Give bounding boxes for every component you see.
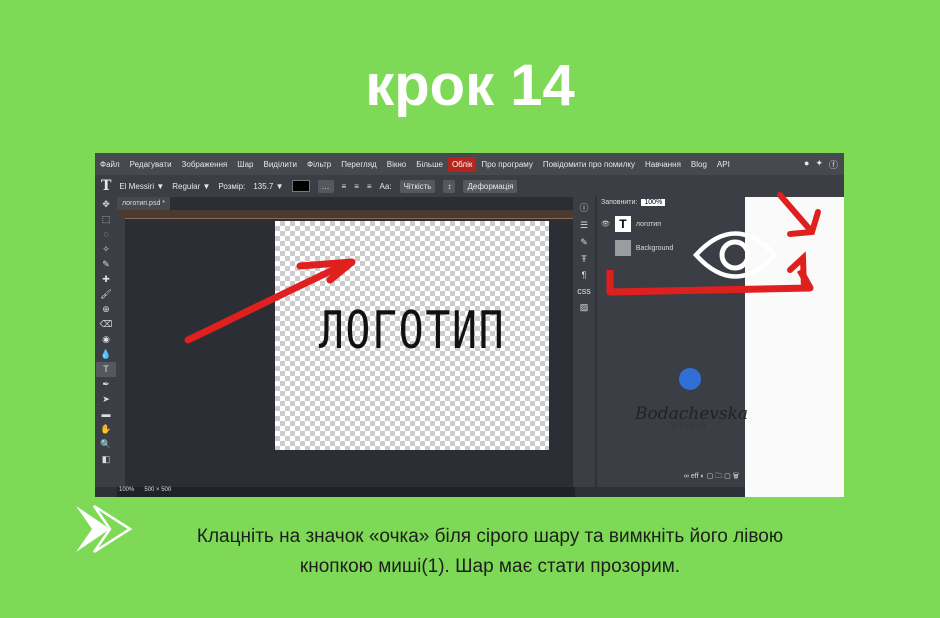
right-margin	[745, 197, 844, 497]
status-bar: 100% 500 × 500	[117, 487, 575, 497]
properties-icon[interactable]: ☰	[580, 220, 588, 231]
panel-icons: ⓘ ☰ ✎ Ŧ ¶ css ▨	[573, 197, 595, 487]
layer-row-text[interactable]: 👁 T логотип	[597, 214, 737, 234]
move-tool-icon[interactable]: ✥	[102, 197, 110, 212]
options-bar: T El Messiri ▼ Regular ▼ Розмір: 135.7 ▼…	[95, 175, 844, 197]
layer-name: логотип	[635, 220, 661, 228]
style-select[interactable]: Regular ▼	[172, 182, 210, 191]
reddit-icon[interactable]: ●	[804, 158, 809, 171]
warp-button[interactable]: Деформація	[463, 179, 518, 193]
eye-icon[interactable]: 👁	[601, 220, 610, 228]
size-readout: 500 × 500	[144, 487, 172, 493]
aa-label: Aa:	[379, 181, 392, 191]
fill-label: Заповнити:	[601, 199, 638, 206]
menu-item-api[interactable]: API	[712, 160, 735, 169]
align-right-icon[interactable]: ≡	[367, 182, 372, 191]
menu-item-report-bug[interactable]: Повідомити про помилку	[538, 160, 640, 169]
chevron-right-icon	[76, 504, 133, 554]
menu-item-image[interactable]: Зображення	[177, 160, 233, 169]
font-select[interactable]: El Messiri ▼	[119, 182, 164, 191]
brush-tool-icon[interactable]: 🖌	[100, 287, 111, 302]
info-icon[interactable]: ⓘ	[579, 201, 588, 214]
eyedropper-tool-icon[interactable]: ✎	[102, 257, 110, 272]
blur-tool-icon[interactable]: 💧	[100, 347, 111, 362]
page-title: крок 14	[365, 53, 575, 118]
size-select[interactable]: 135.7 ▼	[253, 182, 283, 191]
layer-thumbnail	[614, 240, 631, 256]
caption-line-1: Клацніть на значок «очка» біля сірого ша…	[196, 526, 784, 547]
layers-panel: Заповнити: 100% 👁 T логотип 👁 Background…	[597, 197, 745, 487]
editor-screenshot: Файл Редагувати Зображення Шар Виділити …	[95, 153, 844, 497]
menu-item-file[interactable]: Файл	[95, 160, 125, 169]
shape-tool-icon[interactable]: ▬	[102, 407, 111, 422]
menu-bar: Файл Редагувати Зображення Шар Виділити …	[95, 153, 844, 175]
text-tool-icon: T	[101, 178, 112, 194]
social-links: ● ✦ ⓕ	[804, 158, 844, 171]
clone-tool-icon[interactable]: ⊕	[102, 302, 110, 317]
marquee-tool-icon[interactable]: ⬚	[102, 212, 111, 227]
menu-item-edit[interactable]: Редагувати	[125, 160, 177, 169]
menu-item-window[interactable]: Вікно	[382, 160, 411, 169]
lasso-tool-icon[interactable]: ◌	[103, 227, 108, 242]
document-canvas[interactable]: ЛОГОТИП	[275, 221, 549, 450]
layers-header: Заповнити: 100%	[597, 197, 745, 208]
menu-item-filter[interactable]: Фільтр	[302, 160, 336, 169]
type-tool-icon[interactable]: T	[96, 362, 116, 377]
colors-icon[interactable]: ◧	[102, 452, 111, 467]
more-options-icon[interactable]: …	[317, 179, 334, 193]
flame-logo-icon	[679, 368, 701, 390]
fill-tool-icon[interactable]: ◉	[102, 332, 110, 347]
brush-panel-icon[interactable]: ✎	[580, 237, 588, 248]
menu-item-blog[interactable]: Blog	[686, 160, 712, 169]
line-height-select[interactable]: ↕	[443, 179, 456, 193]
layer-thumbnail: T	[614, 216, 631, 232]
document-tab[interactable]: логотип.psd *	[117, 197, 171, 210]
menu-item-layer[interactable]: Шар	[232, 160, 258, 169]
facebook-icon[interactable]: ⓕ	[829, 158, 838, 171]
aa-select[interactable]: Чіткість	[399, 179, 436, 193]
select-path-icon[interactable]: ➤	[102, 392, 110, 407]
brand-logo: Bodachevska STUDIO	[635, 368, 749, 430]
align-left-icon[interactable]: ≡	[342, 182, 347, 191]
color-swatch[interactable]	[291, 180, 310, 192]
wand-tool-icon[interactable]: ✧	[102, 242, 110, 257]
character-icon[interactable]: Ŧ	[581, 254, 587, 264]
css-icon[interactable]: css	[577, 286, 591, 296]
zoom-readout: 100%	[119, 487, 135, 493]
pen-tool-icon[interactable]: ✒	[102, 377, 110, 392]
size-label: Розмір:	[218, 181, 246, 191]
eraser-tool-icon[interactable]: ⌫	[100, 317, 113, 332]
canvas-text: ЛОГОТИП	[318, 301, 506, 361]
layer-row-background[interactable]: 👁 Background	[597, 238, 737, 258]
menu-item-learn[interactable]: Навчання	[640, 160, 686, 169]
menu-item-select[interactable]: Виділити	[259, 160, 303, 169]
paragraph-icon[interactable]: ¶	[582, 270, 587, 280]
canvas-area: логотип.psd * ЛОГОТИП	[117, 197, 573, 487]
menu-item-view[interactable]: Перегляд	[336, 160, 382, 169]
hand-tool-icon[interactable]: ✋	[100, 422, 111, 437]
heal-tool-icon[interactable]: ✚	[102, 272, 110, 287]
twitter-icon[interactable]: ✦	[815, 158, 823, 171]
vertical-ruler	[117, 218, 125, 487]
brand-signature: Bodachevska	[635, 404, 749, 424]
menu-item-account[interactable]: Облік	[447, 156, 477, 172]
brand-studio: STUDIO	[672, 424, 708, 430]
menu-item-more[interactable]: Більше	[411, 160, 448, 169]
caption-line-2: кнопкою миші(1). Шар має стати прозорим.	[299, 556, 681, 577]
layers-footer-icons[interactable]: ∞ eff ◐ ▢ 🗀 ▢ 🗑	[597, 472, 745, 483]
align-center-icon[interactable]: ≡	[354, 182, 359, 191]
horizontal-ruler	[117, 210, 573, 219]
layer-name: Background	[635, 244, 674, 252]
instruction-caption: Клацніть на значок «очка» біля сірого ша…	[140, 522, 840, 582]
zoom-tool-icon[interactable]: 🔍	[100, 437, 111, 452]
image-icon[interactable]: ▨	[580, 302, 589, 313]
menu-item-about[interactable]: Про програму	[476, 160, 538, 169]
tools-panel: ✥ ⬚ ◌ ✧ ✎ ✚ 🖌 ⊕ ⌫ ◉ 💧 T ✒ ➤ ▬ ✋ 🔍 ◧	[95, 197, 117, 487]
fill-input[interactable]: 100%	[641, 199, 666, 206]
